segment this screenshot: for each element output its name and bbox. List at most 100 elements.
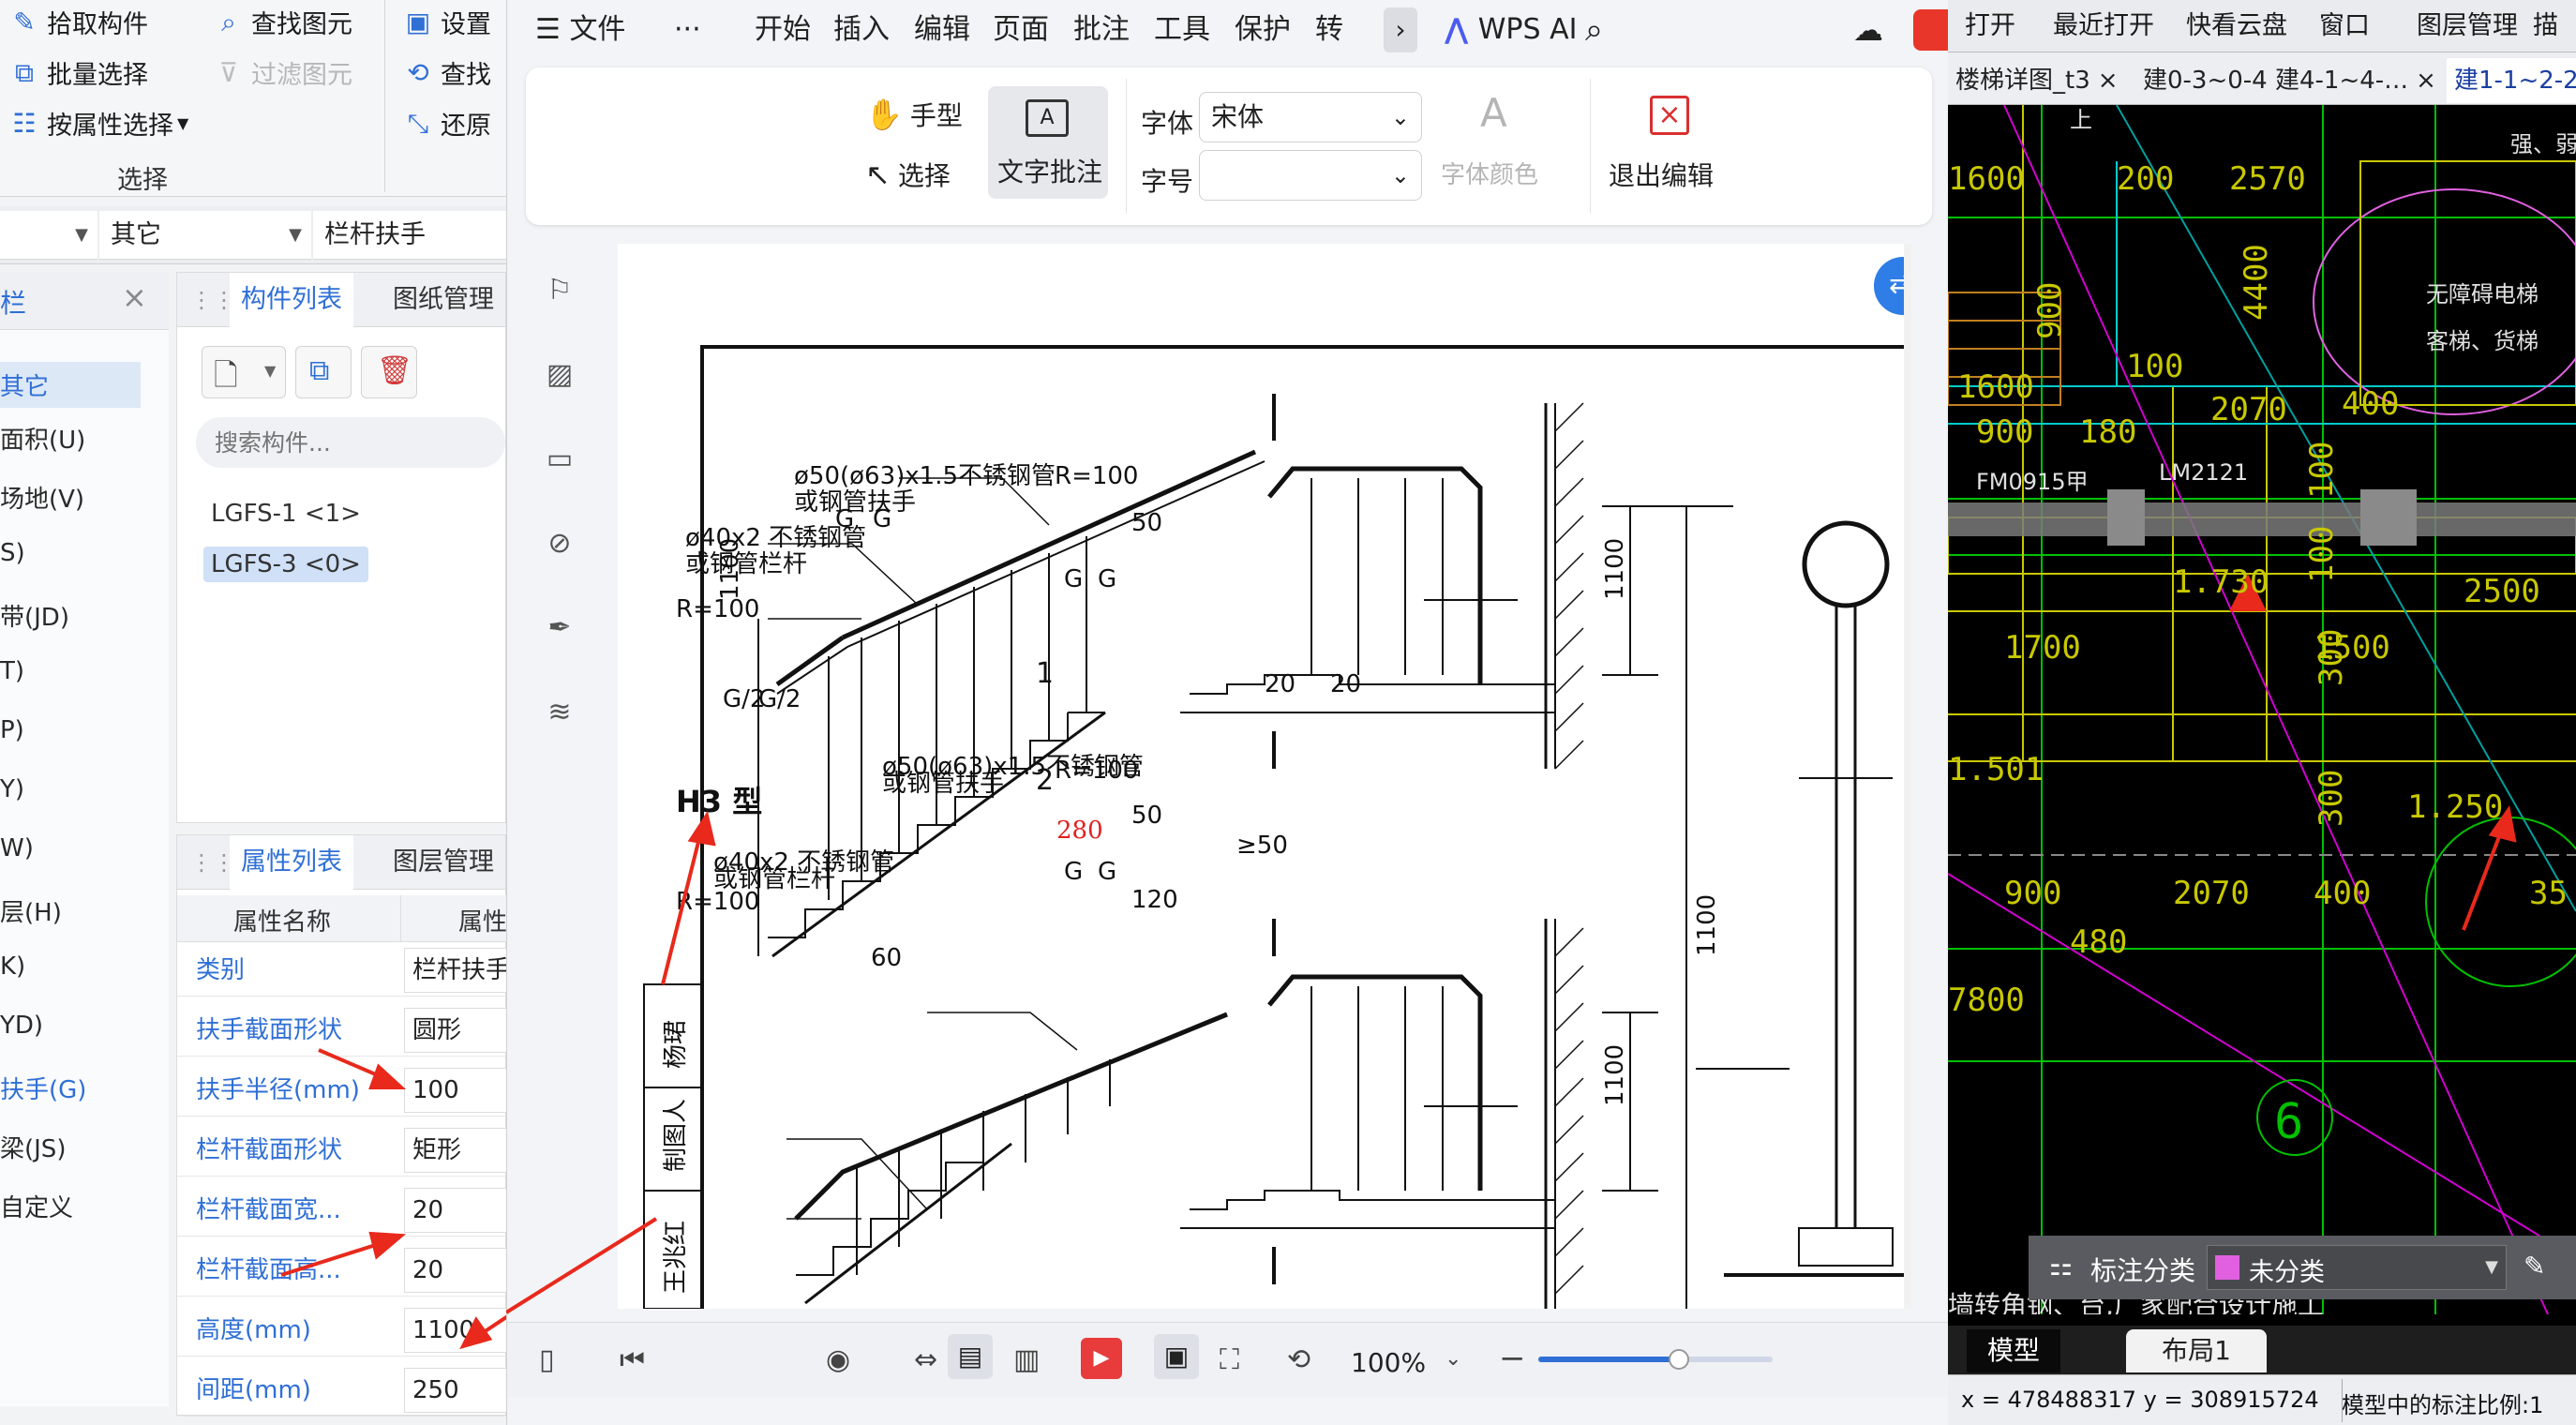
document-page: ø50(ø63)x1.5不锈钢管 或钢管扶手 ø40x2 不锈钢管 或钢管栏杆 … bbox=[618, 244, 1911, 1309]
cad-dim-t29: 7800 bbox=[1948, 982, 2025, 1019]
cad-axis-6: 6 bbox=[2274, 1094, 2303, 1150]
menu-item[interactable]: 开始 bbox=[755, 0, 811, 60]
cloud-upload-icon[interactable]: ☁ bbox=[1853, 0, 1883, 60]
annotation-category-select[interactable]: 未分类 ▼ bbox=[2207, 1245, 2507, 1290]
r100-label-2: R=100 bbox=[1055, 462, 1138, 490]
play-icon[interactable]: ▶ bbox=[1081, 1338, 1122, 1379]
menu-item[interactable]: 页面 bbox=[993, 0, 1049, 60]
menu-item[interactable]: 插入 bbox=[833, 0, 890, 60]
d1-handrail-text2: 或钢管扶手 bbox=[794, 488, 916, 517]
cad-dim-t21: 1.501 bbox=[1948, 751, 2044, 788]
d2-handrail-text2: 或钢管扶手 bbox=[882, 770, 1004, 798]
g-label-1: G bbox=[835, 505, 854, 533]
menu-item[interactable]: 转 bbox=[1315, 0, 1343, 60]
cad-note-2: 客梯、货梯 bbox=[2426, 328, 2539, 354]
g-label-2: G bbox=[873, 505, 891, 533]
cad-file-tabs: 楼梯详图_t3 × 建0-3~0-4 建4-1~4-… × 建1-1~2-2 bbox=[1948, 52, 2576, 105]
g-label-5: G bbox=[1064, 858, 1083, 886]
fit-width-icon[interactable]: ⇔ bbox=[914, 1343, 937, 1376]
menu-item[interactable]: 编辑 bbox=[914, 0, 970, 60]
layout-tabs: 模型 布局1 bbox=[1948, 1326, 2576, 1374]
cad-menu-item[interactable]: 打开 bbox=[1965, 0, 2015, 52]
cad-file-tab[interactable]: 楼梯详图_t3 × bbox=[1948, 58, 2126, 103]
cad-dim-t20: 300 bbox=[2313, 629, 2350, 686]
more-menu[interactable]: ··· bbox=[674, 0, 701, 60]
cad-menu-bar: 打开 最近打开 快看云盘 窗口 图层管理描 bbox=[1948, 0, 2576, 52]
cad-dim-t15: 1.730 bbox=[2173, 563, 2269, 601]
text-annotation-icon: A bbox=[1026, 99, 1069, 137]
red-arrows-left bbox=[280, 1048, 506, 1350]
menu-item[interactable]: 工具 bbox=[1154, 0, 1210, 60]
g-label-6: G bbox=[1098, 858, 1116, 886]
search-icon[interactable]: ⌕ bbox=[1585, 0, 1603, 60]
wps-toolbar: ✋ 手型 ↖ 选择 A 文字批注 字体 宋体 ⌄ 字号 ⌄ A 字体颜色 × 退出编辑 bbox=[526, 68, 1932, 225]
menu-item[interactable]: 保护 bbox=[1235, 0, 1291, 60]
scroll-mode-icon[interactable]: ▣ bbox=[1154, 1334, 1199, 1379]
hand-tool-button[interactable]: ✋ 手型 bbox=[865, 96, 963, 133]
category-color-swatch bbox=[2215, 1255, 2239, 1280]
cad-dim-t13: FM0915甲 bbox=[1976, 469, 2089, 495]
h1100-label-3: 1100 bbox=[1601, 1044, 1629, 1106]
cad-dim-t4: 4400 bbox=[2238, 244, 2275, 321]
d1-baluster-text2: 或钢管栏杆 bbox=[685, 550, 807, 578]
toolbar-divider bbox=[1590, 79, 1591, 214]
cad-menu-item[interactable]: 描 bbox=[2533, 0, 2558, 52]
select-tool-button[interactable]: ↖ 选择 bbox=[865, 156, 951, 193]
cad-dim-t2: 200 bbox=[2117, 160, 2174, 198]
red-app-button[interactable] bbox=[1913, 9, 1948, 51]
cad-file-tab[interactable]: 建0-3~0-4 建4-1~4-… × bbox=[2135, 58, 2444, 103]
font-color-button[interactable]: A 字体颜色 bbox=[1441, 90, 1563, 202]
cad-dim-t3: 2570 bbox=[2229, 160, 2306, 198]
eye-icon[interactable]: ◉ bbox=[826, 1343, 850, 1376]
cad-dim-t25: 2070 bbox=[2173, 875, 2250, 912]
font-select[interactable]: 宋体 ⌄ bbox=[1199, 92, 1422, 142]
zoom-level[interactable]: 100% bbox=[1351, 1347, 1426, 1378]
cad-file-tab[interactable]: 建1-1~2-2 bbox=[2447, 58, 2576, 103]
cad-menu-item[interactable]: 快看云盘 bbox=[2186, 0, 2287, 52]
zoom-slider[interactable] bbox=[1538, 1349, 1773, 1370]
doc-vscrollbar[interactable] bbox=[1904, 244, 1911, 1309]
tab-layout1[interactable]: 布局1 bbox=[2126, 1329, 2267, 1372]
g-label-3: G bbox=[1064, 565, 1083, 593]
chevron-down-icon[interactable]: ⌄ bbox=[1445, 1347, 1461, 1371]
wps-ai-button[interactable]: ⋀ WPS AI bbox=[1445, 0, 1577, 60]
cad-note-1: 无障碍电梯 bbox=[2426, 281, 2539, 308]
font-label: 字体 bbox=[1141, 108, 1194, 139]
chevron-right-icon[interactable]: › bbox=[1384, 8, 1417, 52]
annotation-label: 标注分类 bbox=[2090, 1255, 2196, 1286]
cad-status-bar: x = 478488317 y = 308915724 模型中的标注比例:1 bbox=[1948, 1374, 2576, 1425]
toolbar-divider bbox=[1126, 79, 1127, 214]
menu-item[interactable]: 批注 bbox=[1073, 0, 1130, 60]
zoom-slider-handle[interactable] bbox=[1669, 1349, 1689, 1370]
tab-model[interactable]: 模型 bbox=[1967, 1329, 2060, 1372]
cad-menu-item[interactable]: 窗口 bbox=[2319, 0, 2370, 52]
annotation-category-bar: ⚏ 标注分类 未分类 ▼ ✎ bbox=[2029, 1236, 2576, 1299]
type-title: H3 型 bbox=[676, 784, 762, 819]
h1100-label-2: 1100 bbox=[1601, 538, 1629, 600]
zoom-out-icon[interactable]: − bbox=[1499, 1340, 1526, 1377]
cad-menu-item[interactable]: 最近打开 bbox=[2053, 0, 2154, 52]
cad-menu-item[interactable]: 图层管理 bbox=[2417, 0, 2518, 52]
g2-label-2: G/2 bbox=[758, 685, 801, 713]
size-label: 字号 bbox=[1141, 166, 1194, 197]
cad-window: 打开 最近打开 快看云盘 窗口 图层管理描 楼梯详图_t3 × 建0-3~0-4 建4-1~… bbox=[1948, 0, 2576, 1425]
font-size-select[interactable]: ⌄ bbox=[1199, 150, 1422, 201]
d20b-label: 20 bbox=[1330, 670, 1361, 698]
close-icon[interactable]: × bbox=[2416, 67, 2436, 95]
exit-edit-button[interactable]: × 退出编辑 bbox=[1609, 90, 1730, 202]
close-box-icon: × bbox=[1650, 96, 1689, 135]
cad-dim-t10: 900 bbox=[1976, 413, 2033, 451]
rotate-icon[interactable]: ⟲ bbox=[1287, 1343, 1310, 1376]
d1-handrail-text: ø50(ø63)x1.5不锈钢管 bbox=[794, 462, 1056, 490]
r100-label-4: R=100 bbox=[1055, 757, 1138, 785]
fullscreen-icon[interactable]: ⛶ bbox=[1220, 1343, 1239, 1376]
close-icon[interactable]: × bbox=[2098, 67, 2119, 95]
edit-icon[interactable]: ✎ bbox=[2524, 1251, 2545, 1282]
cad-canvas[interactable]: 1600 200 2570 1600 100 2070 400 900 180 … bbox=[1948, 105, 2576, 1314]
cad-dim-t7: 1600 bbox=[1957, 368, 2034, 406]
chevron-down-icon: ▼ bbox=[2485, 1257, 2498, 1277]
two-page-icon[interactable]: ▥ bbox=[1013, 1343, 1040, 1376]
single-page-icon[interactable]: ▤ bbox=[948, 1334, 993, 1379]
text-annotation-button[interactable]: A 文字批注 bbox=[988, 86, 1108, 199]
wps-window: ☰ 文件 ··· 开始 插入 编辑 页面 批注 工具 保护转 › ⋀ WPS AI ⌕ ☁ … bbox=[506, 0, 1948, 1425]
